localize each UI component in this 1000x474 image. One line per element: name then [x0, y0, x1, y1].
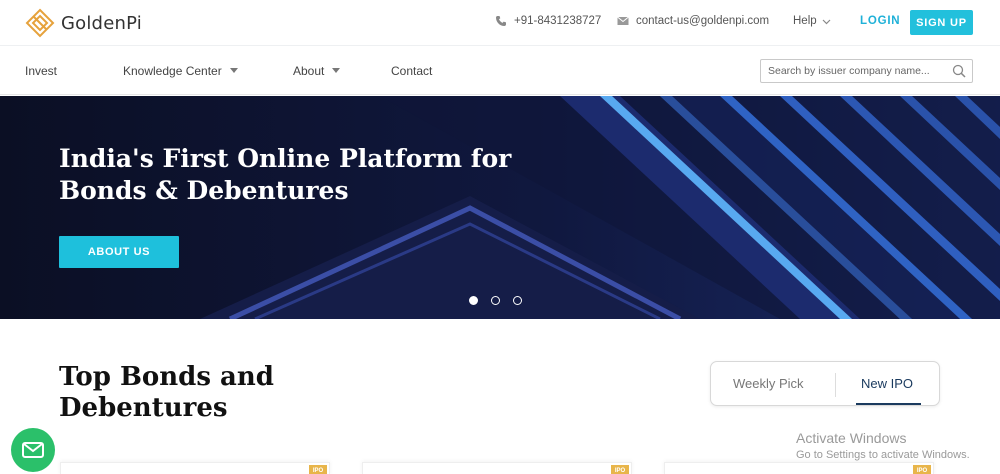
help-label: Help	[793, 15, 817, 27]
active-tab-indicator	[856, 403, 921, 405]
login-button[interactable]: LOGIN	[860, 15, 900, 27]
carousel-dot-1[interactable]	[469, 296, 478, 305]
carousel-dot-3[interactable]	[513, 296, 522, 305]
main-nav: Invest Knowledge Center About Contact	[0, 47, 1000, 95]
nav-item-about[interactable]: About	[293, 64, 341, 78]
signup-button[interactable]: SIGN UP	[910, 10, 973, 35]
ipo-badge: IPO	[913, 465, 931, 474]
mail-chat-button[interactable]	[11, 428, 55, 472]
tab-weekly-pick[interactable]: Weekly Pick	[733, 376, 804, 391]
nav-item-label: Knowledge Center	[123, 64, 222, 78]
phone-contact[interactable]: +91-8431238727	[495, 15, 601, 27]
hero-title: India's First Online Platform for Bonds …	[59, 143, 512, 207]
windows-activation-watermark: Activate Windows Go to Settings to activ…	[796, 430, 970, 461]
nav-item-knowledge-center[interactable]: Knowledge Center	[123, 64, 238, 78]
hero-background-image	[0, 96, 1000, 319]
watermark-line-2: Go to Settings to activate Windows.	[796, 449, 970, 461]
hero-title-line-2: Bonds & Debentures	[59, 176, 349, 205]
envelope-icon	[617, 16, 629, 25]
top-bar: GoldenPi +91-8431238727 contact-us@golde…	[0, 0, 1000, 46]
email-address: contact-us@goldenpi.com	[636, 15, 770, 27]
phone-icon	[496, 16, 506, 26]
chevron-down-icon	[822, 19, 831, 24]
brand-name: GoldenPi	[61, 12, 142, 34]
section-title-line-2: Debentures	[59, 393, 228, 423]
nav-item-contact[interactable]: Contact	[391, 64, 432, 78]
search-icon[interactable]	[952, 64, 966, 78]
caret-down-icon	[332, 68, 341, 73]
search-input[interactable]	[768, 63, 948, 79]
about-us-button[interactable]: ABOUT US	[59, 236, 179, 268]
carousel-indicators	[469, 296, 522, 305]
goldenpi-logo-icon	[25, 8, 55, 38]
caret-down-icon	[229, 68, 238, 73]
email-contact[interactable]: contact-us@goldenpi.com	[617, 15, 769, 27]
nav-item-label: About	[293, 64, 325, 78]
mail-icon	[22, 442, 44, 458]
section-title: Top Bonds and Debentures	[59, 362, 274, 424]
bond-card[interactable]: IPO	[664, 462, 934, 474]
search-box	[760, 59, 973, 83]
hero-banner: India's First Online Platform for Bonds …	[0, 96, 1000, 319]
tab-new-ipo[interactable]: New IPO	[861, 376, 913, 391]
help-dropdown[interactable]: Help	[793, 15, 831, 27]
phone-number: +91-8431238727	[514, 15, 602, 27]
nav-item-label: Contact	[391, 64, 433, 78]
hero-title-line-1: India's First Online Platform for	[59, 144, 512, 173]
bond-tabs: Weekly Pick New IPO	[710, 361, 940, 406]
brand-logo[interactable]: GoldenPi	[25, 8, 142, 38]
bond-card[interactable]: IPO	[362, 462, 632, 474]
nav-item-invest[interactable]: Invest	[25, 64, 57, 78]
section-title-line-1: Top Bonds and	[59, 362, 274, 392]
nav-item-label: Invest	[25, 64, 58, 78]
ipo-badge: IPO	[309, 465, 327, 474]
tab-divider	[835, 373, 836, 397]
carousel-dot-2[interactable]	[491, 296, 500, 305]
ipo-badge: IPO	[611, 465, 629, 474]
bond-card[interactable]: IPO	[60, 462, 330, 474]
watermark-line-1: Activate Windows	[796, 430, 907, 446]
